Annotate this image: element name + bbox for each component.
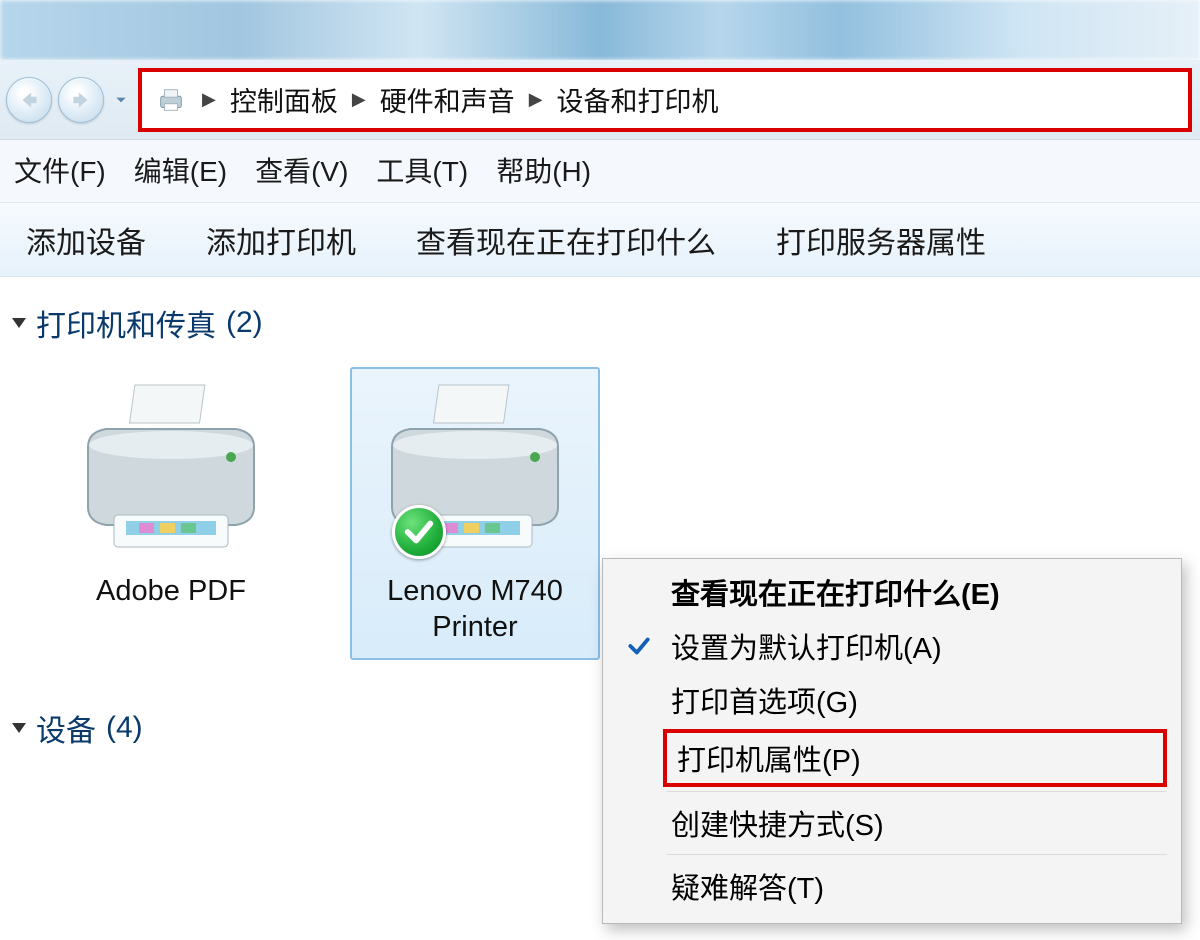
printer-item-lenovo-m740[interactable]: Lenovo M740 Printer xyxy=(350,367,600,660)
section-title: 打印机和传真 xyxy=(36,301,216,345)
section-title: 设备 xyxy=(36,706,96,750)
cmd-see-whats-printing[interactable]: 查看现在正在打印什么 xyxy=(416,218,716,262)
menu-tools[interactable]: 工具(T) xyxy=(376,150,468,190)
ctx-create-shortcut[interactable]: 创建快捷方式(S) xyxy=(607,796,1177,850)
ctx-printer-properties[interactable]: 打印机属性(P) xyxy=(663,729,1167,787)
breadcrumb-separator: ▶ xyxy=(529,89,543,110)
ctx-printing-preferences[interactable]: 打印首选项(G) xyxy=(607,673,1177,727)
printer-label: Lenovo M740 Printer xyxy=(387,573,563,646)
printer-item-adobe-pdf[interactable]: Adobe PDF xyxy=(46,367,296,660)
arrow-right-icon xyxy=(68,87,94,113)
command-bar: 添加设备 添加打印机 查看现在正在打印什么 打印服务器属性 xyxy=(0,203,1200,277)
cmd-print-server-props[interactable]: 打印服务器属性 xyxy=(776,218,986,262)
section-header-printers[interactable]: 打印机和传真 (2) xyxy=(6,297,1194,359)
section-count: (4) xyxy=(106,711,143,745)
disclosure-triangle-icon xyxy=(12,723,26,733)
ctx-troubleshoot[interactable]: 疑难解答(T) xyxy=(607,859,1177,913)
printer-location-icon xyxy=(154,83,188,117)
section-count: (2) xyxy=(226,306,263,340)
menu-edit[interactable]: 编辑(E) xyxy=(134,150,227,190)
breadcrumb-hardware-sound[interactable]: 硬件和声音 xyxy=(380,80,515,119)
check-icon xyxy=(613,633,665,659)
breadcrumb-separator: ▶ xyxy=(352,89,366,110)
arrow-left-icon xyxy=(16,87,42,113)
cmd-add-printer[interactable]: 添加打印机 xyxy=(206,218,356,262)
breadcrumb-control-panel[interactable]: 控制面板 xyxy=(230,80,338,119)
default-printer-badge xyxy=(392,505,446,559)
printer-icon xyxy=(66,377,276,567)
breadcrumb-devices-printers[interactable]: 设备和打印机 xyxy=(557,80,719,119)
cmd-add-device[interactable]: 添加设备 xyxy=(26,218,146,262)
menu-separator xyxy=(667,791,1167,792)
ctx-set-default-printer[interactable]: 设置为默认打印机(A) xyxy=(607,619,1177,673)
menu-view[interactable]: 查看(V) xyxy=(255,150,348,190)
menu-file[interactable]: 文件(F) xyxy=(14,150,106,190)
menu-help[interactable]: 帮助(H) xyxy=(496,150,591,190)
chevron-down-icon xyxy=(114,93,128,107)
breadcrumb-separator: ▶ xyxy=(202,89,216,110)
check-icon xyxy=(402,515,436,549)
disclosure-triangle-icon xyxy=(12,318,26,328)
nav-back-button[interactable] xyxy=(6,77,52,123)
ctx-see-whats-printing[interactable]: 查看现在正在打印什么(E) xyxy=(607,565,1177,619)
nav-forward-button[interactable] xyxy=(58,77,104,123)
navigation-row: ▶ 控制面板 ▶ 硬件和声音 ▶ 设备和打印机 xyxy=(0,60,1200,140)
nav-history-dropdown[interactable] xyxy=(110,80,132,120)
window-titlebar-blur xyxy=(0,0,1200,60)
printer-context-menu: 查看现在正在打印什么(E) 设置为默认打印机(A) 打印首选项(G) 打印机属性… xyxy=(602,558,1182,924)
printer-label: Adobe PDF xyxy=(96,573,246,609)
menubar: 文件(F) 编辑(E) 查看(V) 工具(T) 帮助(H) xyxy=(0,140,1200,203)
breadcrumb[interactable]: ▶ 控制面板 ▶ 硬件和声音 ▶ 设备和打印机 xyxy=(138,68,1192,132)
menu-separator xyxy=(667,854,1167,855)
